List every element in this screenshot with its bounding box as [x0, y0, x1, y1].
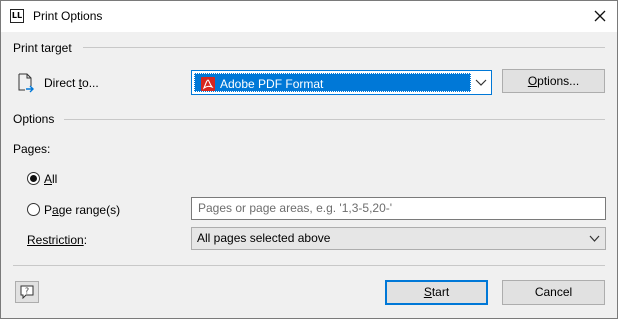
- page-range-label[interactable]: Page range(s): [44, 203, 120, 217]
- restriction-label: Restriction:: [27, 233, 88, 247]
- output-format-selected: Adobe PDF Format: [194, 73, 471, 92]
- footer-separator: [13, 265, 605, 266]
- options-button[interactable]: Options...: [502, 69, 605, 93]
- svg-text:?: ?: [25, 287, 29, 296]
- close-icon[interactable]: [591, 7, 609, 25]
- output-format-select[interactable]: Adobe PDF Format: [191, 70, 492, 95]
- print-target-group-label: Print target: [13, 41, 72, 55]
- help-icon: ?: [20, 285, 34, 299]
- options-separator: [64, 119, 605, 120]
- start-button[interactable]: Start: [385, 280, 488, 305]
- restriction-value: All pages selected above: [197, 231, 331, 245]
- pdf-icon: [201, 77, 215, 91]
- help-button[interactable]: ?: [15, 281, 39, 303]
- pages-label: Pages:: [13, 142, 51, 156]
- direct-to-label: Direct to...: [44, 76, 99, 90]
- page-range-input[interactable]: Pages or page areas, e.g. '1,3-5,20-': [191, 197, 606, 220]
- restriction-select[interactable]: All pages selected above: [191, 227, 606, 250]
- print-target-separator: [83, 47, 605, 48]
- app-icon: LL: [10, 9, 24, 23]
- title-bar: LL Print Options: [1, 1, 617, 32]
- chevron-down-icon[interactable]: [475, 77, 487, 87]
- document-arrow-icon: [18, 73, 34, 93]
- page-range-radio[interactable]: [27, 203, 40, 216]
- options-group-label: Options: [13, 112, 55, 126]
- output-format-value: Adobe PDF Format: [220, 77, 324, 91]
- all-pages-label[interactable]: All: [44, 172, 57, 186]
- chevron-down-icon[interactable]: [589, 234, 600, 243]
- window-title: Print Options: [33, 9, 103, 23]
- cancel-button[interactable]: Cancel: [502, 280, 605, 305]
- all-pages-radio[interactable]: [27, 172, 40, 185]
- print-options-dialog: LL Print Options Print target Direct to.…: [0, 0, 618, 319]
